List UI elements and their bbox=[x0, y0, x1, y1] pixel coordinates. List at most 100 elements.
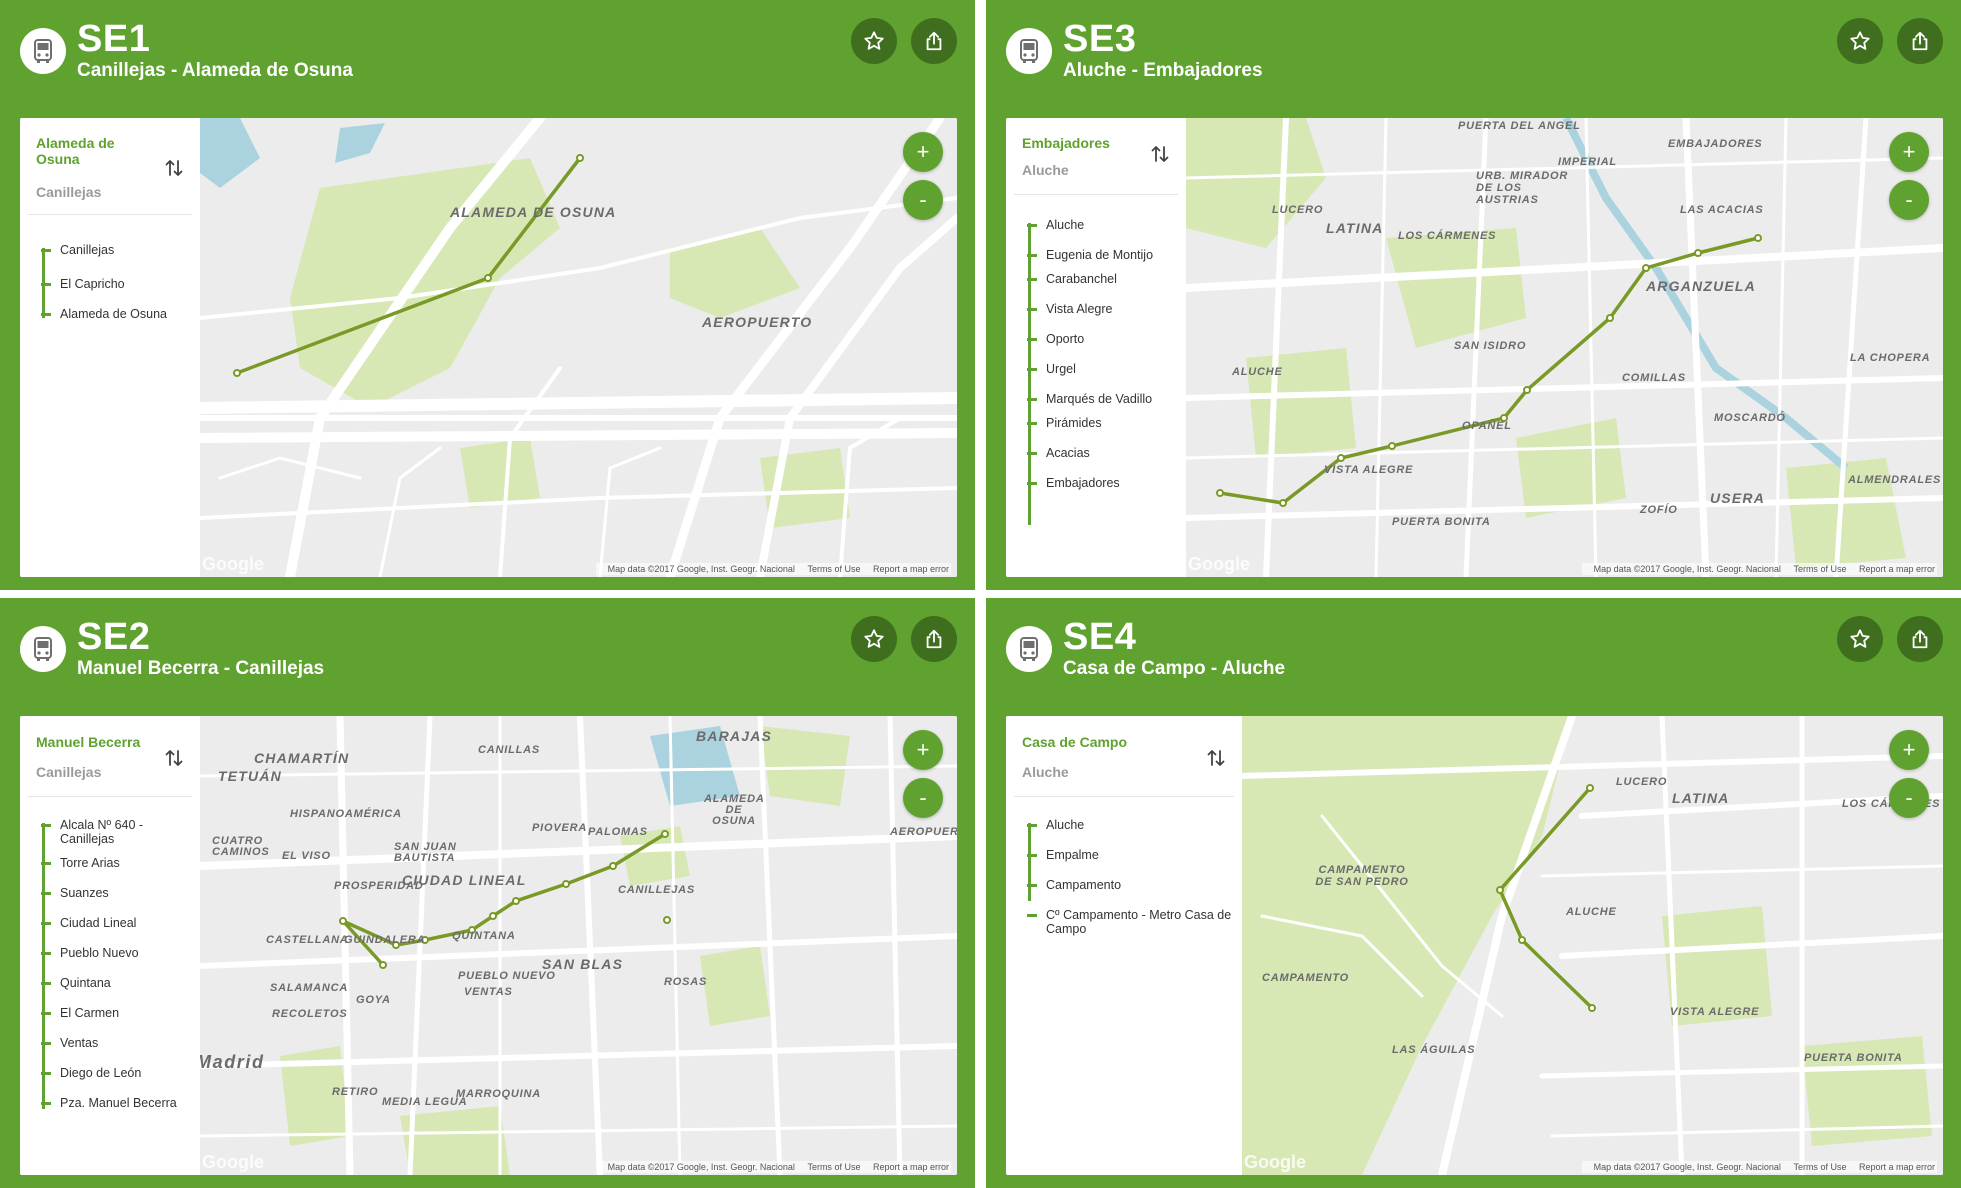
map-canvas bbox=[1242, 716, 1943, 1175]
stop-item[interactable]: Vista Alegre bbox=[1022, 302, 1180, 316]
map-data-text: Map data ©2017 Google, Inst. Geogr. Naci… bbox=[607, 1162, 795, 1172]
map-label: IMPERIAL bbox=[1558, 156, 1617, 168]
stop-item[interactable]: Acacias bbox=[1022, 446, 1180, 460]
share-button[interactable] bbox=[911, 18, 957, 64]
share-icon bbox=[1912, 629, 1928, 649]
stop-item[interactable]: Oporto bbox=[1022, 332, 1180, 346]
swap-direction-button[interactable] bbox=[162, 156, 186, 180]
star-icon bbox=[1850, 629, 1870, 648]
map-label: LATINA bbox=[1326, 220, 1384, 236]
route-sidebar: Alameda de Osuna Canillejas Canillejas E… bbox=[20, 118, 200, 577]
terms-link[interactable]: Terms of Use bbox=[1793, 1162, 1846, 1172]
terms-link[interactable]: Terms of Use bbox=[1793, 564, 1846, 574]
bus-icon bbox=[20, 28, 66, 74]
direction-from: Alameda de Osuna bbox=[36, 135, 115, 167]
stop-item[interactable]: Carabanchel bbox=[1022, 272, 1180, 286]
share-button[interactable] bbox=[911, 616, 957, 662]
route-code: SE2 bbox=[77, 616, 151, 658]
stop-item[interactable]: Marqués de Vadillo bbox=[1022, 392, 1180, 406]
share-icon bbox=[926, 31, 942, 51]
zoom-in-button[interactable]: + bbox=[903, 730, 943, 770]
route-card: Casa de Campo Aluche Aluche Empalme Camp… bbox=[1006, 716, 1943, 1175]
stop-item[interactable]: Aluche bbox=[1022, 218, 1180, 232]
direction-to: Aluche bbox=[1022, 764, 1069, 780]
google-logo: Google bbox=[202, 1152, 264, 1172]
stop-item[interactable]: Empalme bbox=[1022, 848, 1236, 862]
map-label: ALAMEDA DE OSUNA bbox=[704, 793, 765, 827]
favorite-button[interactable] bbox=[1837, 616, 1883, 662]
stop-item[interactable]: Canillejas bbox=[36, 243, 194, 257]
zoom-in-button[interactable]: + bbox=[1889, 730, 1929, 770]
report-link[interactable]: Report a map error bbox=[873, 564, 949, 574]
map-label: LATINA bbox=[1672, 790, 1730, 806]
zoom-in-button[interactable]: + bbox=[1889, 132, 1929, 172]
stop-item[interactable]: Diego de León bbox=[36, 1066, 194, 1080]
map-label: MEDIA LEGUA bbox=[382, 1096, 468, 1108]
map-label: PALOMAS bbox=[588, 826, 648, 838]
map-label: SAN ISIDRO bbox=[1454, 340, 1527, 352]
direction-to: Canillejas bbox=[36, 184, 102, 200]
stop-item[interactable]: Pirámides bbox=[1022, 416, 1180, 430]
stop-item[interactable]: Cº Campamento - Metro Casa de Campo bbox=[1022, 908, 1236, 936]
zoom-out-button[interactable]: - bbox=[903, 778, 943, 818]
stop-item[interactable]: Campamento bbox=[1022, 878, 1236, 892]
favorite-button[interactable] bbox=[1837, 18, 1883, 64]
zoom-in-button[interactable]: + bbox=[903, 132, 943, 172]
direction-to: Aluche bbox=[1022, 162, 1069, 178]
terms-link[interactable]: Terms of Use bbox=[807, 1162, 860, 1172]
map-label: HISPANOAMÉRICA bbox=[290, 808, 402, 820]
favorite-button[interactable] bbox=[851, 18, 897, 64]
stop-item[interactable]: El Carmen bbox=[36, 1006, 194, 1020]
report-link[interactable]: Report a map error bbox=[1859, 564, 1935, 574]
stop-item[interactable]: Suanzes bbox=[36, 886, 194, 900]
zoom-out-button[interactable]: - bbox=[1889, 180, 1929, 220]
route-name: Casa de Campo - Aluche bbox=[1063, 658, 1286, 679]
stop-item[interactable]: Quintana bbox=[36, 976, 194, 990]
map-label: OPAÑEL bbox=[1462, 420, 1512, 432]
route-map[interactable]: PUERTA DEL ANGEL IMPERIAL EMBAJADORES LU… bbox=[1186, 118, 1943, 577]
map-label: CANILLEJAS bbox=[618, 884, 696, 896]
swap-direction-button[interactable] bbox=[162, 746, 186, 770]
stop-item[interactable]: Urgel bbox=[1022, 362, 1180, 376]
stop-item[interactable]: Alameda de Osuna bbox=[36, 307, 194, 321]
favorite-button[interactable] bbox=[851, 616, 897, 662]
stop-item[interactable]: Alcala Nº 640 - Canillejas bbox=[36, 818, 194, 846]
map-label: BARAJAS bbox=[696, 728, 773, 744]
map-label: CHAMARTÍN bbox=[254, 750, 350, 766]
stop-item[interactable]: Eugenia de Montijo bbox=[1022, 248, 1180, 262]
stop-item[interactable]: Pza. Manuel Becerra bbox=[36, 1096, 194, 1110]
swap-direction-button[interactable] bbox=[1204, 746, 1228, 770]
map-label: CANILLAS bbox=[478, 744, 541, 756]
route-panel-se2: SE2 Manuel Becerra - Canillejas Manuel B… bbox=[0, 598, 975, 1188]
report-link[interactable]: Report a map error bbox=[1859, 1162, 1935, 1172]
stop-item[interactable]: Ventas bbox=[36, 1036, 194, 1050]
stop-list: Aluche Eugenia de Montijo Carabanchel Vi… bbox=[1022, 218, 1180, 525]
terms-link[interactable]: Terms of Use bbox=[807, 564, 860, 574]
zoom-out-button[interactable]: - bbox=[1889, 778, 1929, 818]
stop-item[interactable]: Torre Arias bbox=[36, 856, 194, 870]
map-label: PUERTA BONITA bbox=[1804, 1052, 1903, 1064]
routes-grid: SE1 Canillejas - Alameda de Osuna Alamed… bbox=[0, 0, 1961, 1188]
route-map[interactable]: LUCERO LATINA LOS CÁRMENES CAMPAMENTO DE… bbox=[1242, 716, 1943, 1175]
zoom-out-button[interactable]: - bbox=[903, 180, 943, 220]
route-map[interactable]: ALAMEDA DE OSUNA AEROPUERTO + - Google M… bbox=[200, 118, 957, 577]
swap-direction-button[interactable] bbox=[1148, 142, 1172, 166]
stop-item[interactable]: Aluche bbox=[1022, 818, 1236, 832]
map-attribution: Map data ©2017 Google, Inst. Geogr. Naci… bbox=[1581, 1161, 1937, 1173]
stop-item[interactable]: Pueblo Nuevo bbox=[36, 946, 194, 960]
route-panel-se4: SE4 Casa de Campo - Aluche Casa de Campo… bbox=[986, 598, 1961, 1188]
map-label: COMILLAS bbox=[1622, 372, 1686, 384]
report-link[interactable]: Report a map error bbox=[873, 1162, 949, 1172]
map-label: LUCERO bbox=[1272, 204, 1324, 216]
stop-item[interactable]: Embajadores bbox=[1022, 476, 1180, 490]
swap-direction-icon bbox=[165, 160, 183, 176]
direction-from: Manuel Becerra bbox=[36, 734, 141, 750]
share-button[interactable] bbox=[1897, 616, 1943, 662]
share-button[interactable] bbox=[1897, 18, 1943, 64]
stop-item[interactable]: Ciudad Lineal bbox=[36, 916, 194, 930]
swap-direction-icon bbox=[165, 750, 183, 766]
swap-direction-icon bbox=[1207, 750, 1225, 766]
route-map[interactable]: BARAJAS CHAMARTÍN CANILLAS TETUÁN HISPAN… bbox=[200, 716, 957, 1175]
stop-item[interactable]: El Capricho bbox=[36, 277, 194, 291]
map-label: ALAMEDA DE OSUNA bbox=[450, 204, 617, 220]
